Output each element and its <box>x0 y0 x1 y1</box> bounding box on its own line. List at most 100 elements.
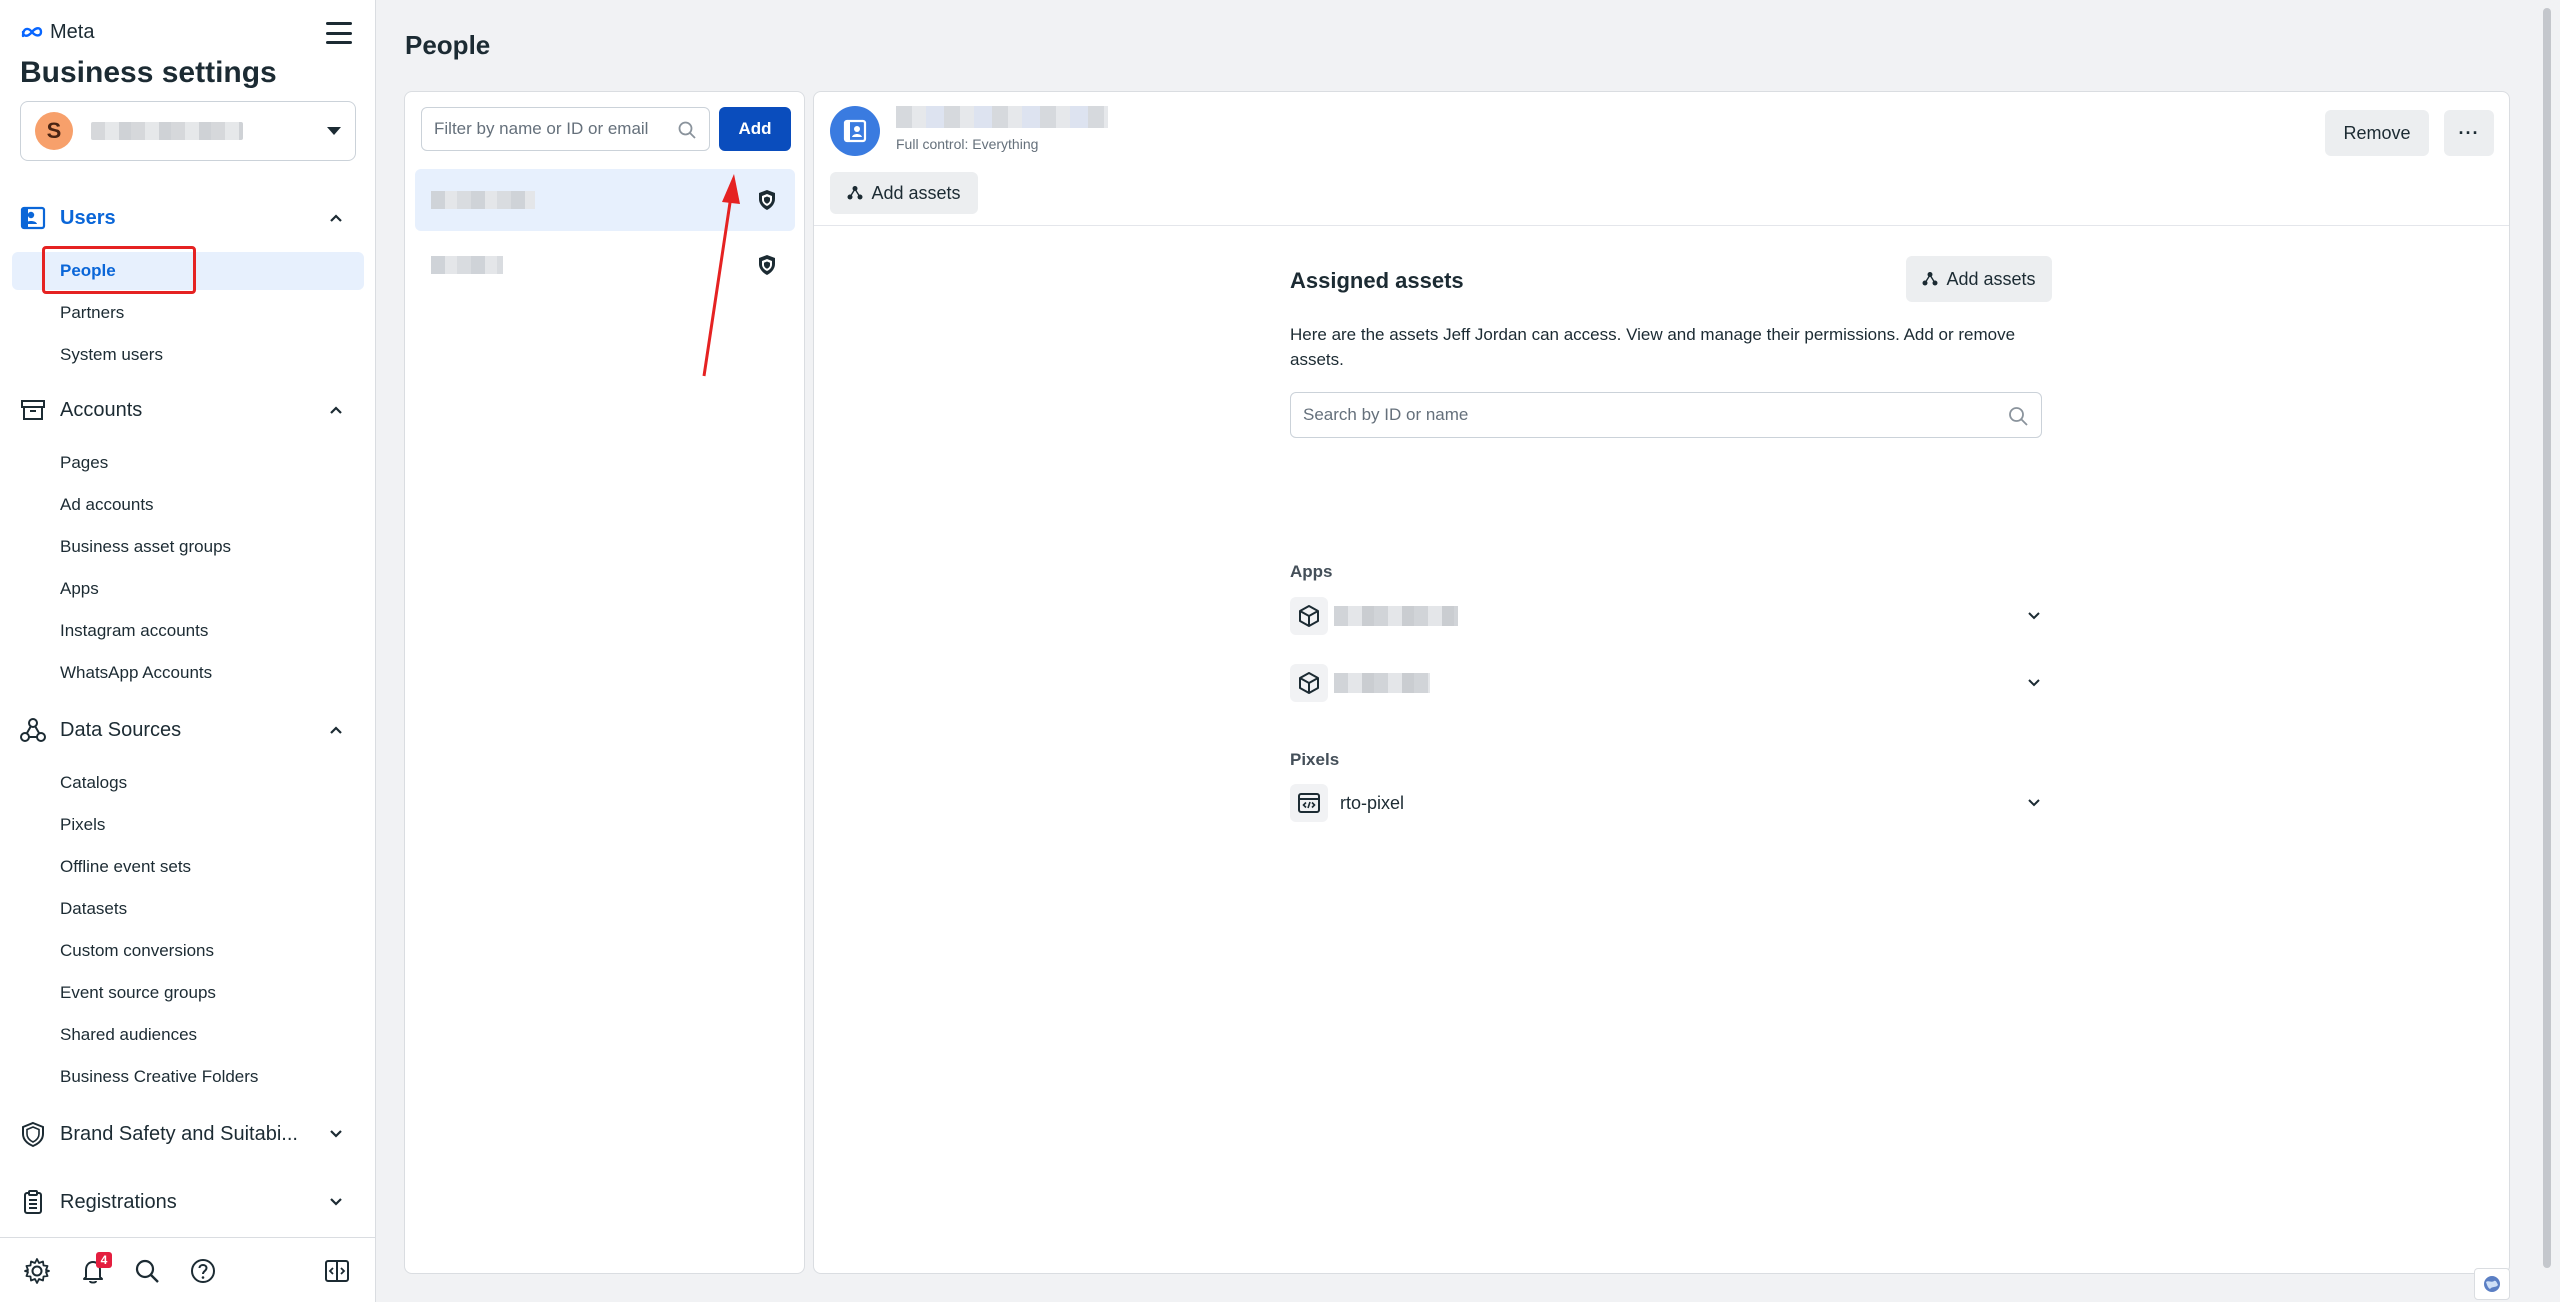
caret-down-icon <box>327 127 341 135</box>
people-list-panel: Add <box>404 91 805 1274</box>
cube-icon <box>1290 664 1328 702</box>
add-assets-label: Add assets <box>871 182 961 203</box>
asset-search-input[interactable] <box>1303 405 1983 425</box>
user-avatar <box>830 106 880 156</box>
add-assets-label: Add assets <box>1946 268 2036 289</box>
user-badge-icon <box>843 119 867 143</box>
section-brand-safety-label: Brand Safety and Suitabi... <box>60 1122 298 1145</box>
pixels-group-label: Pixels <box>1290 750 1340 769</box>
page-title: People <box>405 30 491 60</box>
page-scrollbar[interactable] <box>2540 0 2554 1302</box>
chevron-down-icon <box>330 1198 342 1206</box>
section-registrations-label: Registrations <box>60 1190 177 1213</box>
sidebar: Meta Business settings S Users People Pa… <box>0 0 376 1302</box>
assigned-assets-title: Assigned assets <box>1290 268 1464 293</box>
person-name-redacted <box>431 256 503 274</box>
globe-icon[interactable] <box>2474 1268 2510 1300</box>
app-asset-row[interactable] <box>1290 657 2042 709</box>
code-window-icon <box>1290 784 1328 822</box>
assets-icon <box>1922 272 1938 286</box>
app-asset-row[interactable] <box>1290 590 2042 642</box>
sidebar-item-instagram-accounts[interactable]: Instagram accounts <box>12 612 364 650</box>
business-avatar: S <box>35 112 73 150</box>
filter-people-input[interactable] <box>434 119 674 139</box>
pixel-name: rto-pixel <box>1340 792 1405 813</box>
gear-icon[interactable] <box>22 1256 52 1286</box>
sidebar-item-ad-accounts[interactable]: Ad accounts <box>12 486 364 524</box>
remove-person-button[interactable]: Remove <box>2325 110 2429 156</box>
section-registrations[interactable]: Registrations <box>0 1180 376 1224</box>
sidebar-footer: 4 <box>0 1237 376 1302</box>
sidebar-item-custom-conversions[interactable]: Custom conversions <box>12 932 364 970</box>
add-person-button[interactable]: Add <box>719 107 791 151</box>
pixel-asset-row[interactable]: rto-pixel <box>1290 777 2042 829</box>
business-name-redacted <box>91 122 243 140</box>
person-detail-panel: Full control: Everything Remove ··· Add … <box>813 91 2510 1274</box>
user-name-redacted <box>896 106 1108 128</box>
chevron-down-icon <box>2028 612 2040 620</box>
cube-icon <box>1290 597 1328 635</box>
section-users-label: Users <box>60 206 116 229</box>
hamburger-menu-icon[interactable] <box>326 22 352 44</box>
users-icon <box>18 203 48 233</box>
assigned-assets-description: Here are the assets Jeff Jordan can acce… <box>1290 325 2016 369</box>
assets-icon <box>847 186 863 200</box>
person-row[interactable] <box>415 169 795 231</box>
filter-people-field[interactable] <box>421 107 710 151</box>
section-data-sources-label: Data Sources <box>60 718 182 741</box>
sidebar-item-whatsapp-accounts[interactable]: WhatsApp Accounts <box>12 654 364 692</box>
section-accounts-label: Accounts <box>60 398 143 421</box>
help-icon[interactable] <box>188 1256 218 1286</box>
data-sources-icon <box>18 715 48 745</box>
apps-group-label: Apps <box>1290 562 1333 581</box>
app-name-redacted <box>1334 606 1458 626</box>
sidebar-item-apps[interactable]: Apps <box>12 570 364 608</box>
add-assets-button[interactable]: Add assets <box>1906 256 2052 302</box>
section-brand-safety[interactable]: Brand Safety and Suitabi... <box>0 1112 376 1156</box>
asset-search-field[interactable] <box>1290 392 2042 438</box>
sidebar-item-pages[interactable]: Pages <box>12 444 364 482</box>
person-row[interactable] <box>415 234 795 296</box>
add-assets-button[interactable]: Add assets <box>830 172 978 214</box>
archive-box-icon <box>18 395 48 425</box>
meta-logo[interactable]: Meta <box>20 20 94 44</box>
search-icon <box>2009 407 2028 426</box>
chevron-up-icon <box>330 406 342 414</box>
sidebar-item-offline-event-sets[interactable]: Offline event sets <box>12 848 364 886</box>
app-name-redacted <box>1334 673 1430 693</box>
sidebar-item-event-source-groups[interactable]: Event source groups <box>12 974 364 1012</box>
chevron-down-icon <box>2028 679 2040 687</box>
sidebar-item-people[interactable]: People <box>12 252 364 290</box>
sidebar-item-business-asset-groups[interactable]: Business asset groups <box>12 528 364 566</box>
sidebar-item-system-users[interactable]: System users <box>12 336 364 374</box>
section-accounts[interactable]: Accounts <box>0 388 376 432</box>
chevron-up-icon <box>330 214 342 222</box>
person-detail-header: Full control: Everything Remove ··· Add … <box>814 92 2509 226</box>
meta-infinity-icon <box>21 27 43 38</box>
sidebar-item-datasets[interactable]: Datasets <box>12 890 364 928</box>
business-selector[interactable]: S <box>20 101 356 161</box>
person-name-redacted <box>431 191 535 209</box>
chevron-up-icon <box>330 726 342 734</box>
sidebar-item-partners[interactable]: Partners <box>12 294 364 332</box>
collapse-sidebar-icon[interactable] <box>322 1256 352 1286</box>
section-users[interactable]: Users <box>0 196 376 240</box>
clipboard-icon <box>18 1187 48 1217</box>
sidebar-item-shared-audiences[interactable]: Shared audiences <box>12 1016 364 1054</box>
section-data-sources[interactable]: Data Sources <box>0 708 376 752</box>
sidebar-item-pixels[interactable]: Pixels <box>12 806 364 844</box>
notification-badge: 4 <box>96 1252 112 1268</box>
more-options-button[interactable]: ··· <box>2444 110 2494 156</box>
sidebar-item-business-creative-folders[interactable]: Business Creative Folders <box>12 1058 364 1096</box>
meta-logo-text: Meta <box>50 20 95 43</box>
chevron-down-icon <box>2028 799 2040 807</box>
search-icon <box>678 121 696 139</box>
app-title: Business settings <box>20 56 277 89</box>
scrollbar-thumb[interactable] <box>2543 8 2551 1268</box>
admin-shield-icon <box>759 190 775 210</box>
sidebar-item-catalogs[interactable]: Catalogs <box>12 764 364 802</box>
search-icon[interactable] <box>132 1256 162 1286</box>
user-role-text: Full control: Everything <box>896 136 1039 152</box>
chevron-down-icon <box>330 1130 342 1138</box>
shield-icon <box>18 1119 48 1149</box>
